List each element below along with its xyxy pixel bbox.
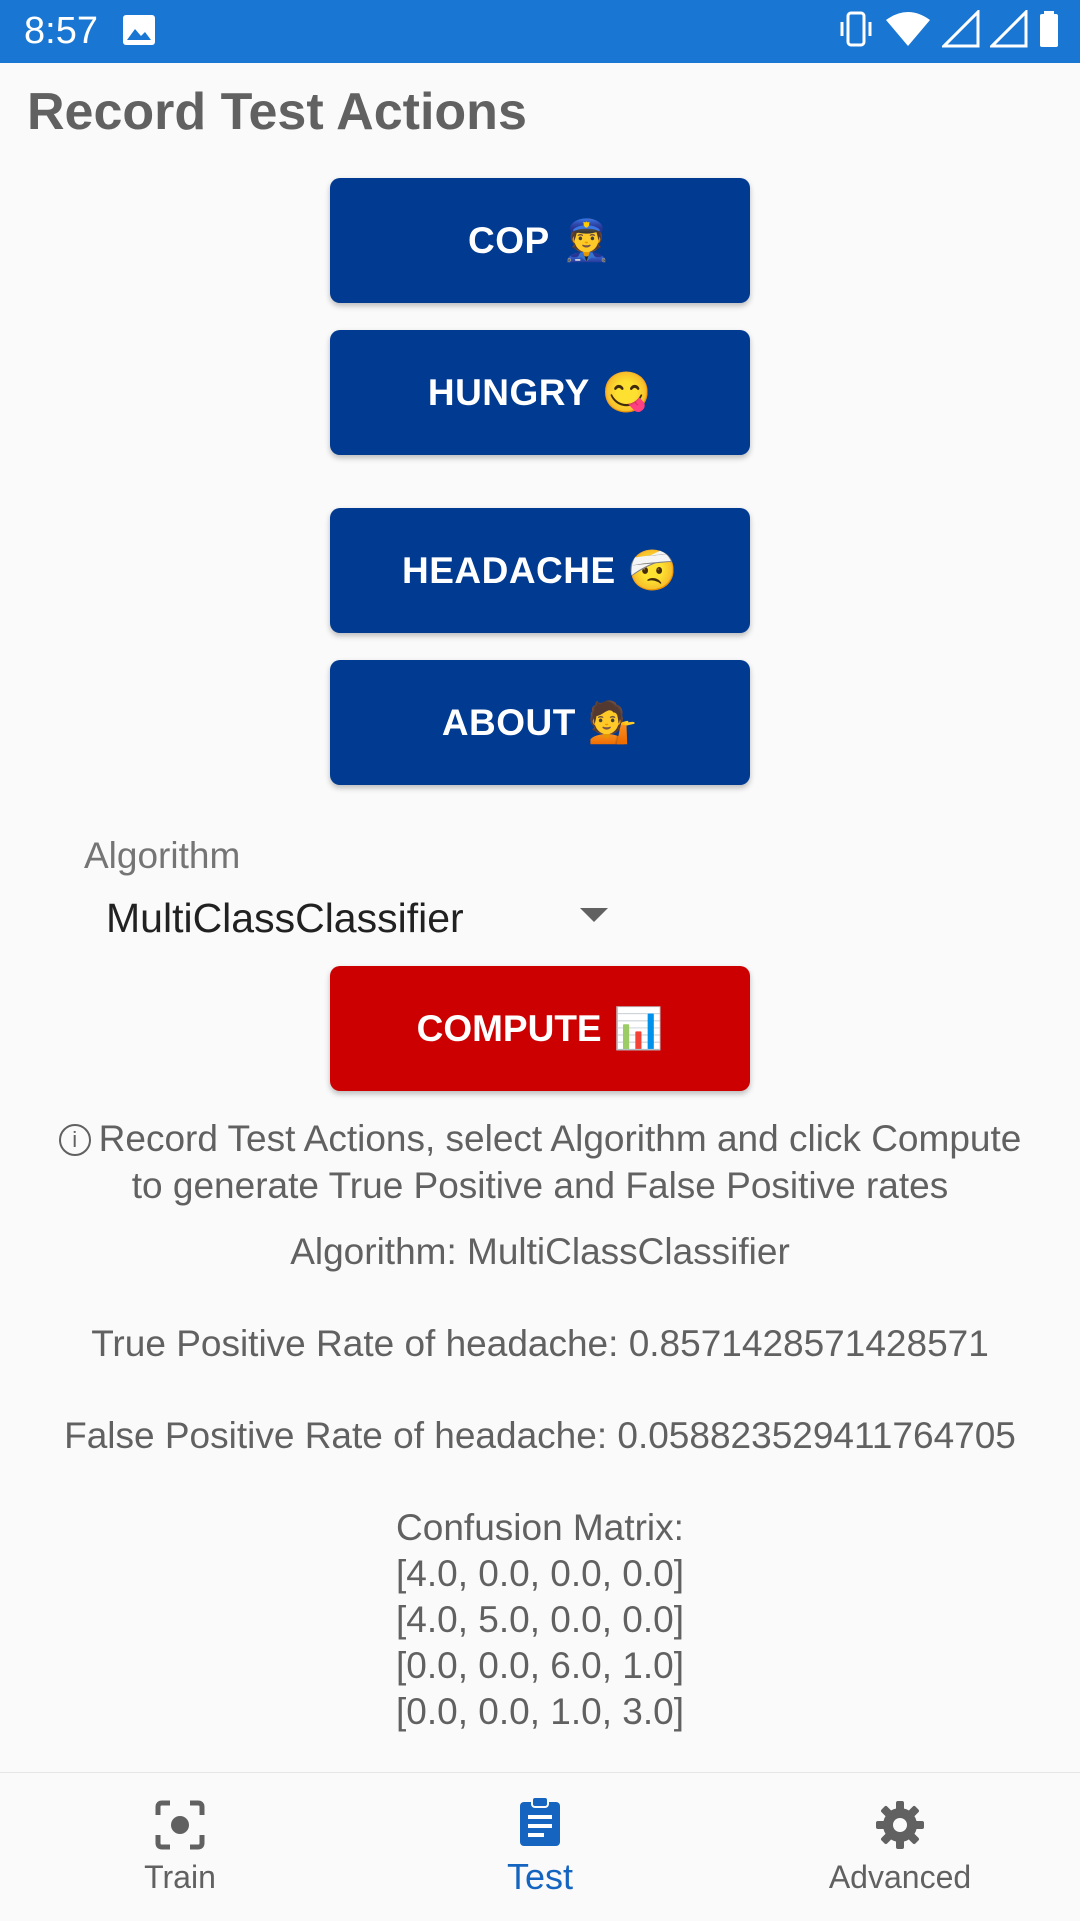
bandaged-face-icon: 🤕: [627, 549, 678, 593]
info-desk-person-icon: 💁: [587, 701, 639, 745]
result-algorithm: Algorithm: MultiClassClassifier: [290, 1231, 790, 1272]
about-button-label: ABOUT: [441, 701, 576, 743]
page-title: Record Test Actions: [27, 83, 527, 141]
camera-focus-icon: [155, 1800, 205, 1849]
vibrate-icon: [840, 11, 872, 47]
police-officer-icon: 👮: [561, 219, 612, 263]
status-icons: [838, 10, 1060, 48]
bar-chart-icon: 📊: [613, 1007, 664, 1051]
algorithm-label: Algorithm: [84, 835, 241, 876]
confusion-matrix-title: Confusion Matrix:: [396, 1507, 684, 1548]
wifi-icon: [886, 12, 930, 46]
result-true-positive-rate: True Positive Rate of headache: 0.857142…: [91, 1323, 989, 1364]
status-bar: 8:57: [0, 0, 1080, 63]
nav-label-train: Train: [144, 1858, 216, 1895]
compute-button[interactable]: COMPUTE 📊: [330, 966, 750, 1091]
dropdown-arrow-icon: [580, 908, 608, 922]
hungry-button-label: HUNGRY: [427, 371, 590, 413]
nav-label-advanced: Advanced: [828, 1858, 972, 1895]
gear-icon: [876, 1800, 924, 1849]
hungry-button[interactable]: HUNGRY 😋: [330, 330, 750, 455]
result-false-positive-rate: False Positive Rate of headache: 0.05882…: [64, 1415, 1016, 1456]
confusion-matrix-row: [0.0, 0.0, 1.0, 3.0]: [396, 1691, 684, 1732]
signal-icon: [942, 10, 980, 48]
status-time: 8:57: [24, 10, 98, 52]
bottom-navigation: Train Test Advanced: [0, 1772, 1080, 1920]
clipboard-icon: [520, 1796, 560, 1846]
about-button[interactable]: ABOUT 💁: [330, 660, 750, 785]
nav-item-test[interactable]: Test: [360, 1773, 720, 1921]
cop-button[interactable]: COP 👮: [330, 178, 750, 303]
image-icon: [123, 15, 155, 45]
confusion-matrix: Confusion Matrix: [4.0, 0.0, 0.0, 0.0] […: [0, 1505, 1080, 1735]
info-line-1: i Record Test Actions, select Algorithm a…: [0, 1115, 1080, 1162]
compute-button-label: COMPUTE: [416, 1007, 602, 1049]
algorithm-selected-value: MultiClassClassifier: [106, 894, 464, 941]
info-message: i Record Test Actions, select Algorithm a…: [0, 1115, 1080, 1209]
cop-button-label: COP: [468, 219, 550, 261]
nav-item-advanced[interactable]: Advanced: [720, 1773, 1080, 1921]
yum-face-icon: 😋: [601, 371, 653, 415]
confusion-matrix-row: [0.0, 0.0, 6.0, 1.0]: [396, 1645, 684, 1686]
confusion-matrix-row: [4.0, 5.0, 0.0, 0.0]: [396, 1599, 684, 1640]
nav-item-train[interactable]: Train: [0, 1773, 360, 1921]
confusion-matrix-row: [4.0, 0.0, 0.0, 0.0]: [396, 1553, 684, 1594]
headache-button-label: HEADACHE: [402, 549, 616, 591]
battery-icon: [1040, 11, 1058, 47]
algorithm-select[interactable]: MultiClassClassifier: [106, 890, 626, 946]
info-line-2: to generate True Positive and False Posi…: [131, 1165, 949, 1206]
nav-label-test: Test: [506, 1856, 574, 1897]
signal-icon: [990, 10, 1028, 48]
info-icon: i: [58, 1124, 91, 1156]
headache-button[interactable]: HEADACHE 🤕: [330, 508, 750, 633]
